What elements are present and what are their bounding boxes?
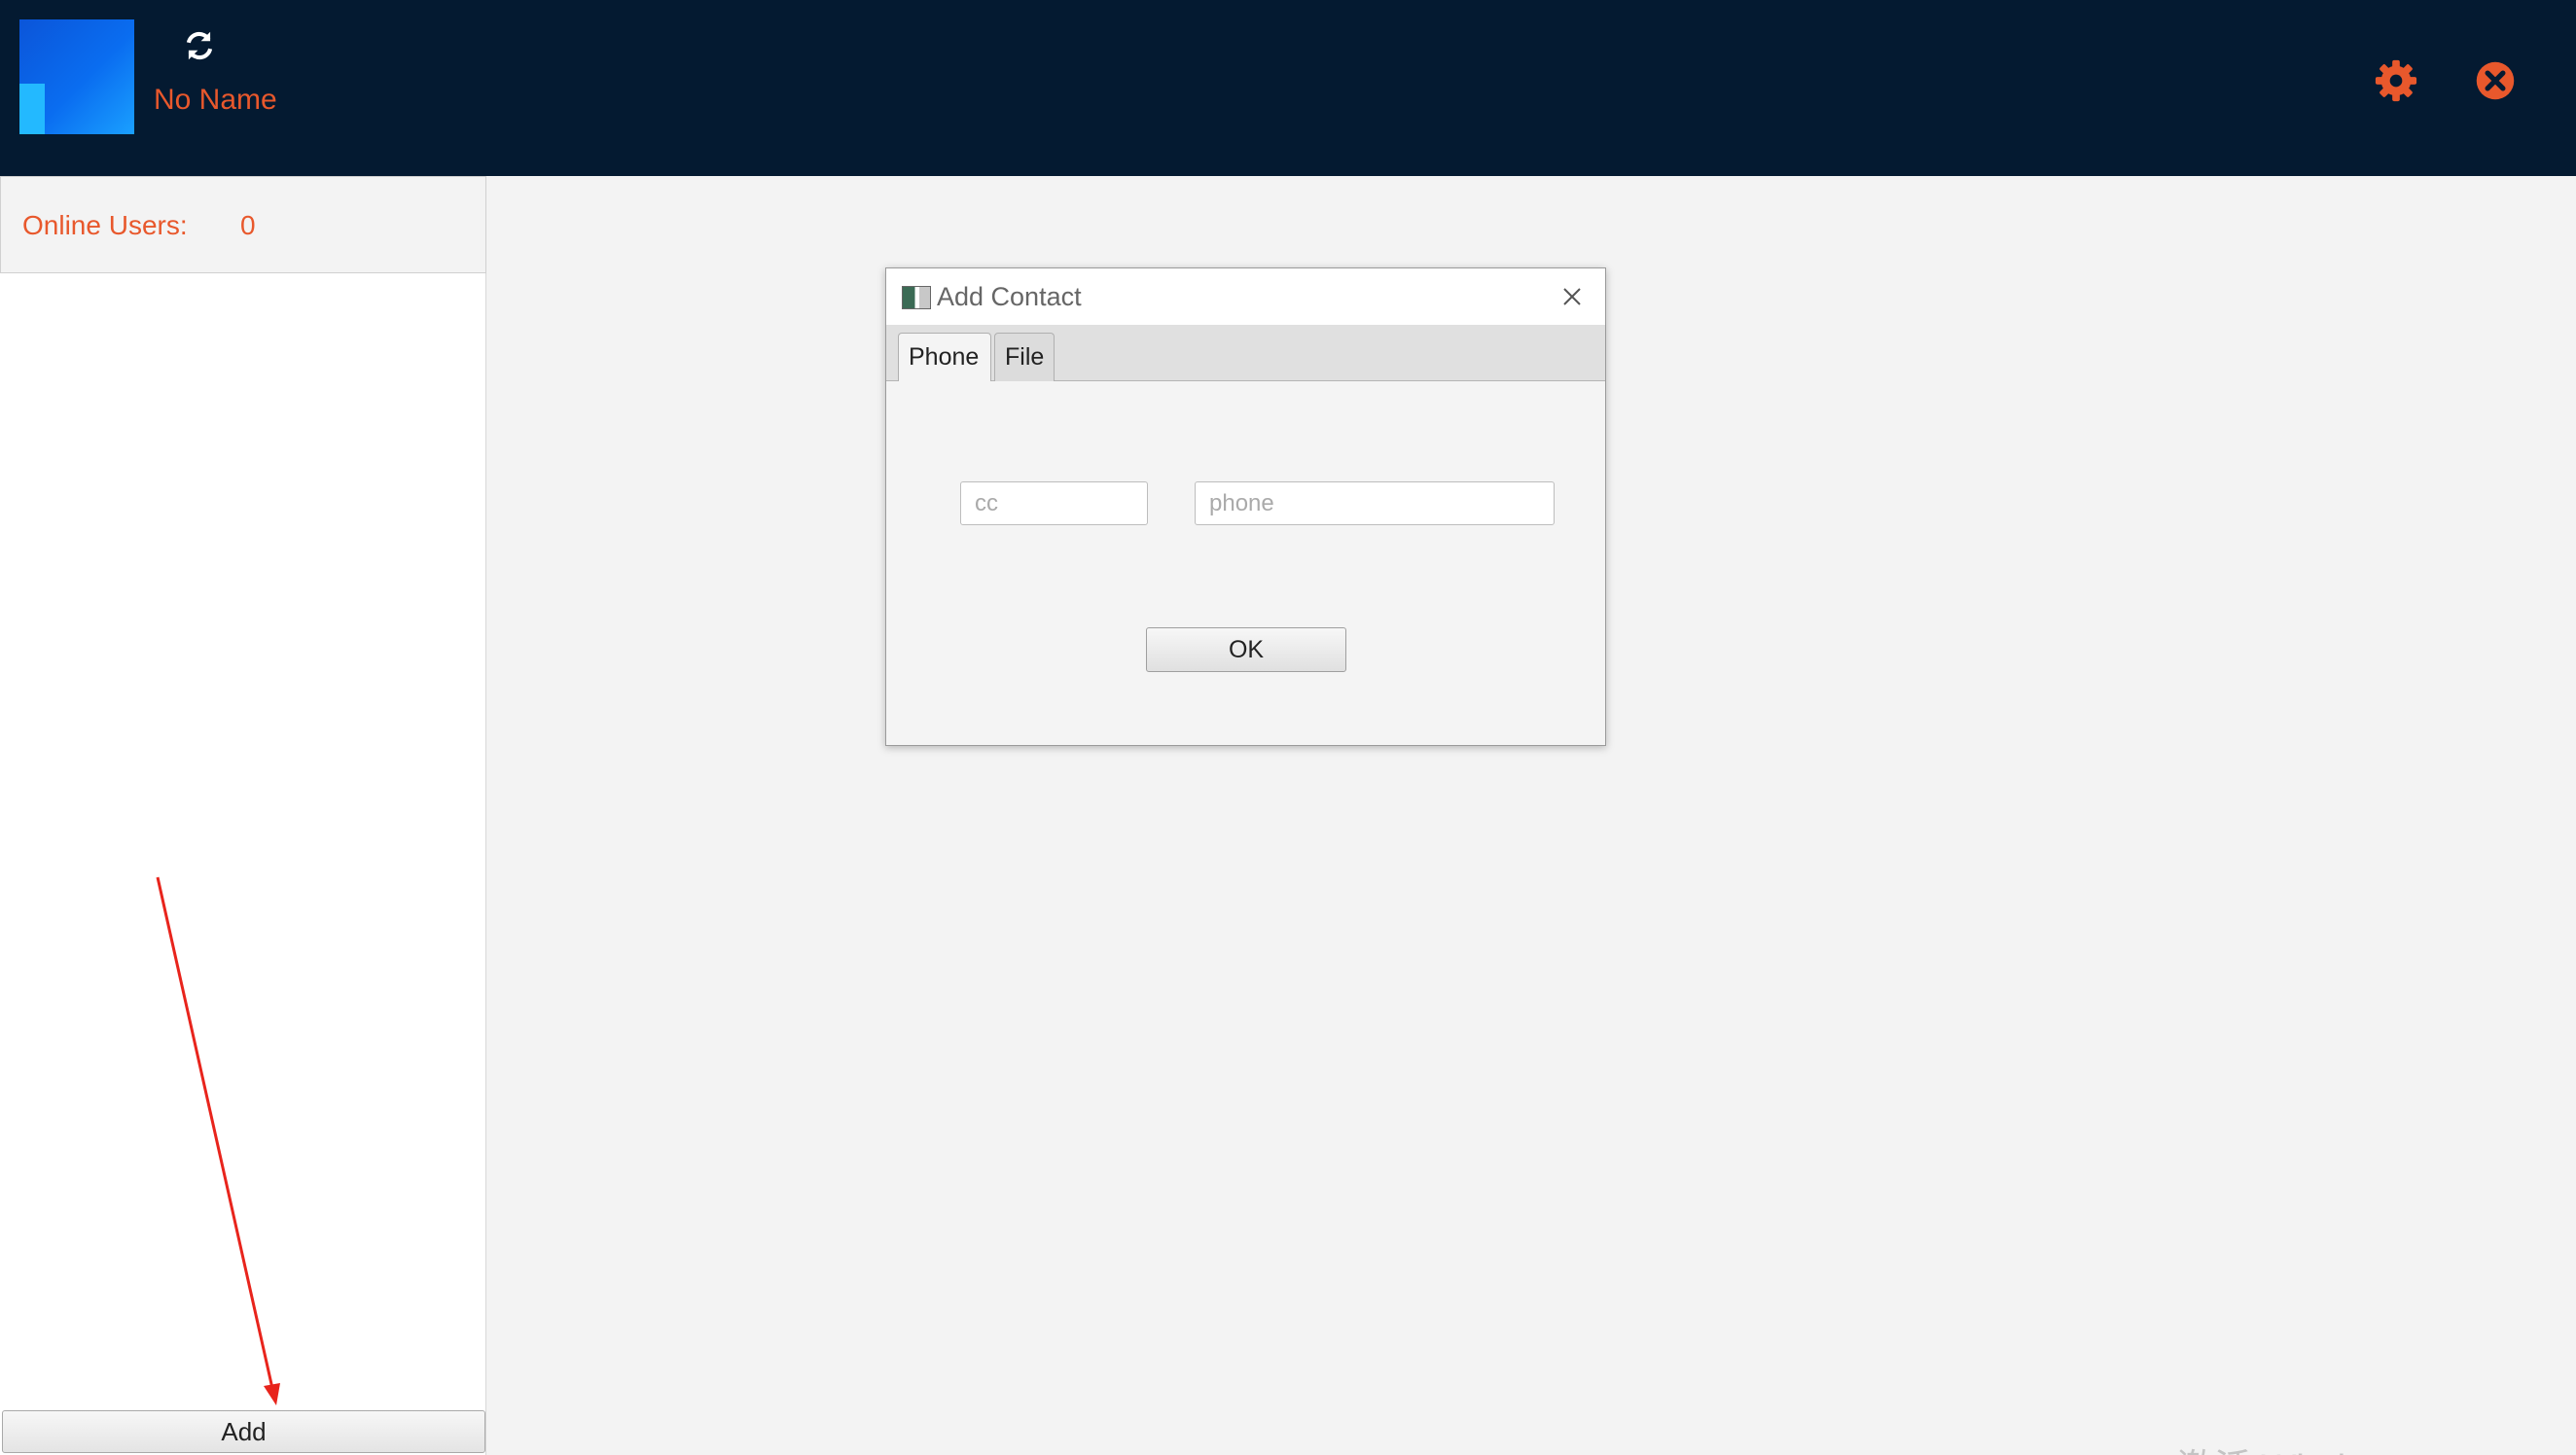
close-icon[interactable] bbox=[1557, 282, 1587, 311]
phone-input[interactable] bbox=[1195, 481, 1555, 525]
gear-icon[interactable] bbox=[2374, 58, 2418, 103]
close-circle-icon[interactable] bbox=[2475, 60, 2516, 101]
username: No Name bbox=[154, 84, 277, 116]
tab-phone[interactable]: Phone bbox=[898, 333, 991, 381]
online-users-label: Online Users: bbox=[22, 210, 188, 240]
country-code-input[interactable] bbox=[960, 481, 1148, 525]
app-window: No Name Online Users: 0 Add Add Contact … bbox=[0, 0, 2576, 1455]
ok-button[interactable]: OK bbox=[1146, 627, 1346, 672]
avatar[interactable] bbox=[19, 19, 134, 134]
dialog-titlebar[interactable]: Add Contact bbox=[886, 268, 1605, 325]
sidebar: Online Users: 0 Add bbox=[0, 176, 486, 1455]
header-bar: No Name bbox=[0, 0, 2576, 176]
add-button[interactable]: Add bbox=[2, 1410, 485, 1453]
add-contact-dialog: Add Contact Phone File OK bbox=[885, 267, 1606, 746]
online-users-panel: Online Users: 0 bbox=[0, 176, 486, 273]
app-icon bbox=[902, 286, 931, 309]
refresh-icon[interactable] bbox=[181, 27, 218, 64]
watermark: 激活 Windows bbox=[2177, 1437, 2412, 1455]
tab-strip: Phone File bbox=[886, 325, 1605, 381]
online-users-count: 0 bbox=[240, 210, 256, 240]
dialog-title: Add Contact bbox=[937, 282, 1082, 311]
tab-file[interactable]: File bbox=[994, 333, 1055, 381]
